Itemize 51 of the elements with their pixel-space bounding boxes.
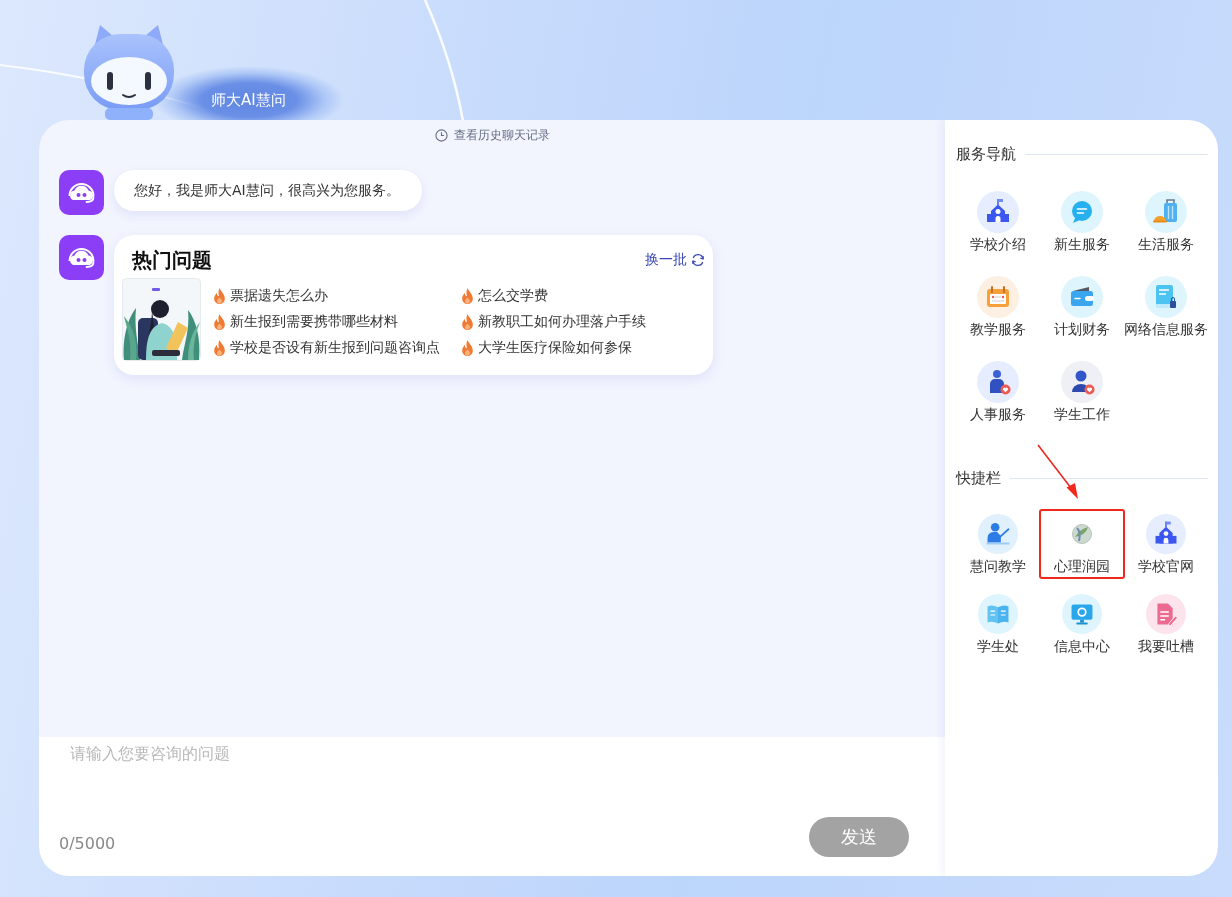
clock-icon	[434, 128, 448, 142]
service-link[interactable]: 我要吐槽	[1124, 594, 1208, 655]
monitor-icon	[1062, 594, 1102, 634]
service-link[interactable]: 学校介绍	[956, 191, 1040, 253]
flame-icon	[461, 340, 474, 356]
service-link[interactable]: 计划财务	[1040, 276, 1124, 338]
question-link[interactable]: 新教职工如何办理落户手续	[461, 309, 709, 335]
question-link[interactable]: 大学生医疗保险如何参保	[461, 335, 709, 361]
section-title: 服务导航	[956, 144, 1016, 164]
flame-icon	[213, 314, 226, 330]
service-link[interactable]: 学生处	[956, 594, 1040, 655]
message-bubble: 您好，我是师大AI慧问，很高兴为您服务。	[114, 170, 422, 211]
service-link[interactable]: 人事服务	[956, 361, 1040, 423]
calendar-icon	[977, 276, 1019, 318]
card-title: 热门问题	[132, 247, 212, 273]
history-link[interactable]: 查看历史聊天记录	[434, 127, 550, 143]
robot-avatar-icon	[59, 235, 104, 280]
question-link[interactable]: 学校是否设有新生报到问题咨询点	[213, 335, 461, 361]
suitcase-icon	[1145, 191, 1187, 233]
flame-icon	[461, 288, 474, 304]
service-link[interactable]: 信息中心	[1040, 594, 1124, 655]
speech-bubble-icon	[1061, 191, 1103, 233]
teacher-icon	[978, 514, 1018, 554]
robot-avatar-icon	[59, 170, 104, 215]
question-link[interactable]: 新生报到需要携带哪些材料	[213, 309, 461, 335]
school-icon	[977, 191, 1019, 233]
leaf-globe-icon	[1072, 524, 1092, 544]
question-input[interactable]: 请输入您要咨询的问题	[59, 739, 909, 799]
service-link[interactable]: 学生工作	[1040, 361, 1124, 423]
flame-icon	[213, 340, 226, 356]
app-title: 师大AI慧问	[211, 90, 286, 110]
service-link[interactable]: 心理润园	[1040, 514, 1124, 575]
document-icon	[1145, 276, 1187, 318]
service-link[interactable]: 慧问教学	[956, 514, 1040, 575]
character-counter: 0/5000	[59, 834, 116, 854]
flame-icon	[461, 314, 474, 330]
wallet-icon	[1061, 276, 1103, 318]
service-link[interactable]: 学校官网	[1124, 514, 1208, 575]
refresh-icon	[691, 253, 705, 267]
school-icon	[1146, 514, 1186, 554]
book-icon	[978, 594, 1018, 634]
question-link[interactable]: 怎么交学费	[461, 283, 709, 309]
section-title: 快捷栏	[956, 468, 1001, 488]
question-link[interactable]: 票据遗失怎么办	[213, 283, 461, 309]
service-link[interactable]: 新生服务	[1040, 191, 1124, 253]
refresh-button[interactable]: 换一批	[645, 251, 705, 269]
document-pen-icon	[1146, 594, 1186, 634]
service-link[interactable]: 生活服务	[1124, 191, 1208, 253]
service-link[interactable]: 教学服务	[956, 276, 1040, 338]
flame-icon	[213, 288, 226, 304]
service-link[interactable]: 网络信息服务	[1124, 276, 1208, 338]
